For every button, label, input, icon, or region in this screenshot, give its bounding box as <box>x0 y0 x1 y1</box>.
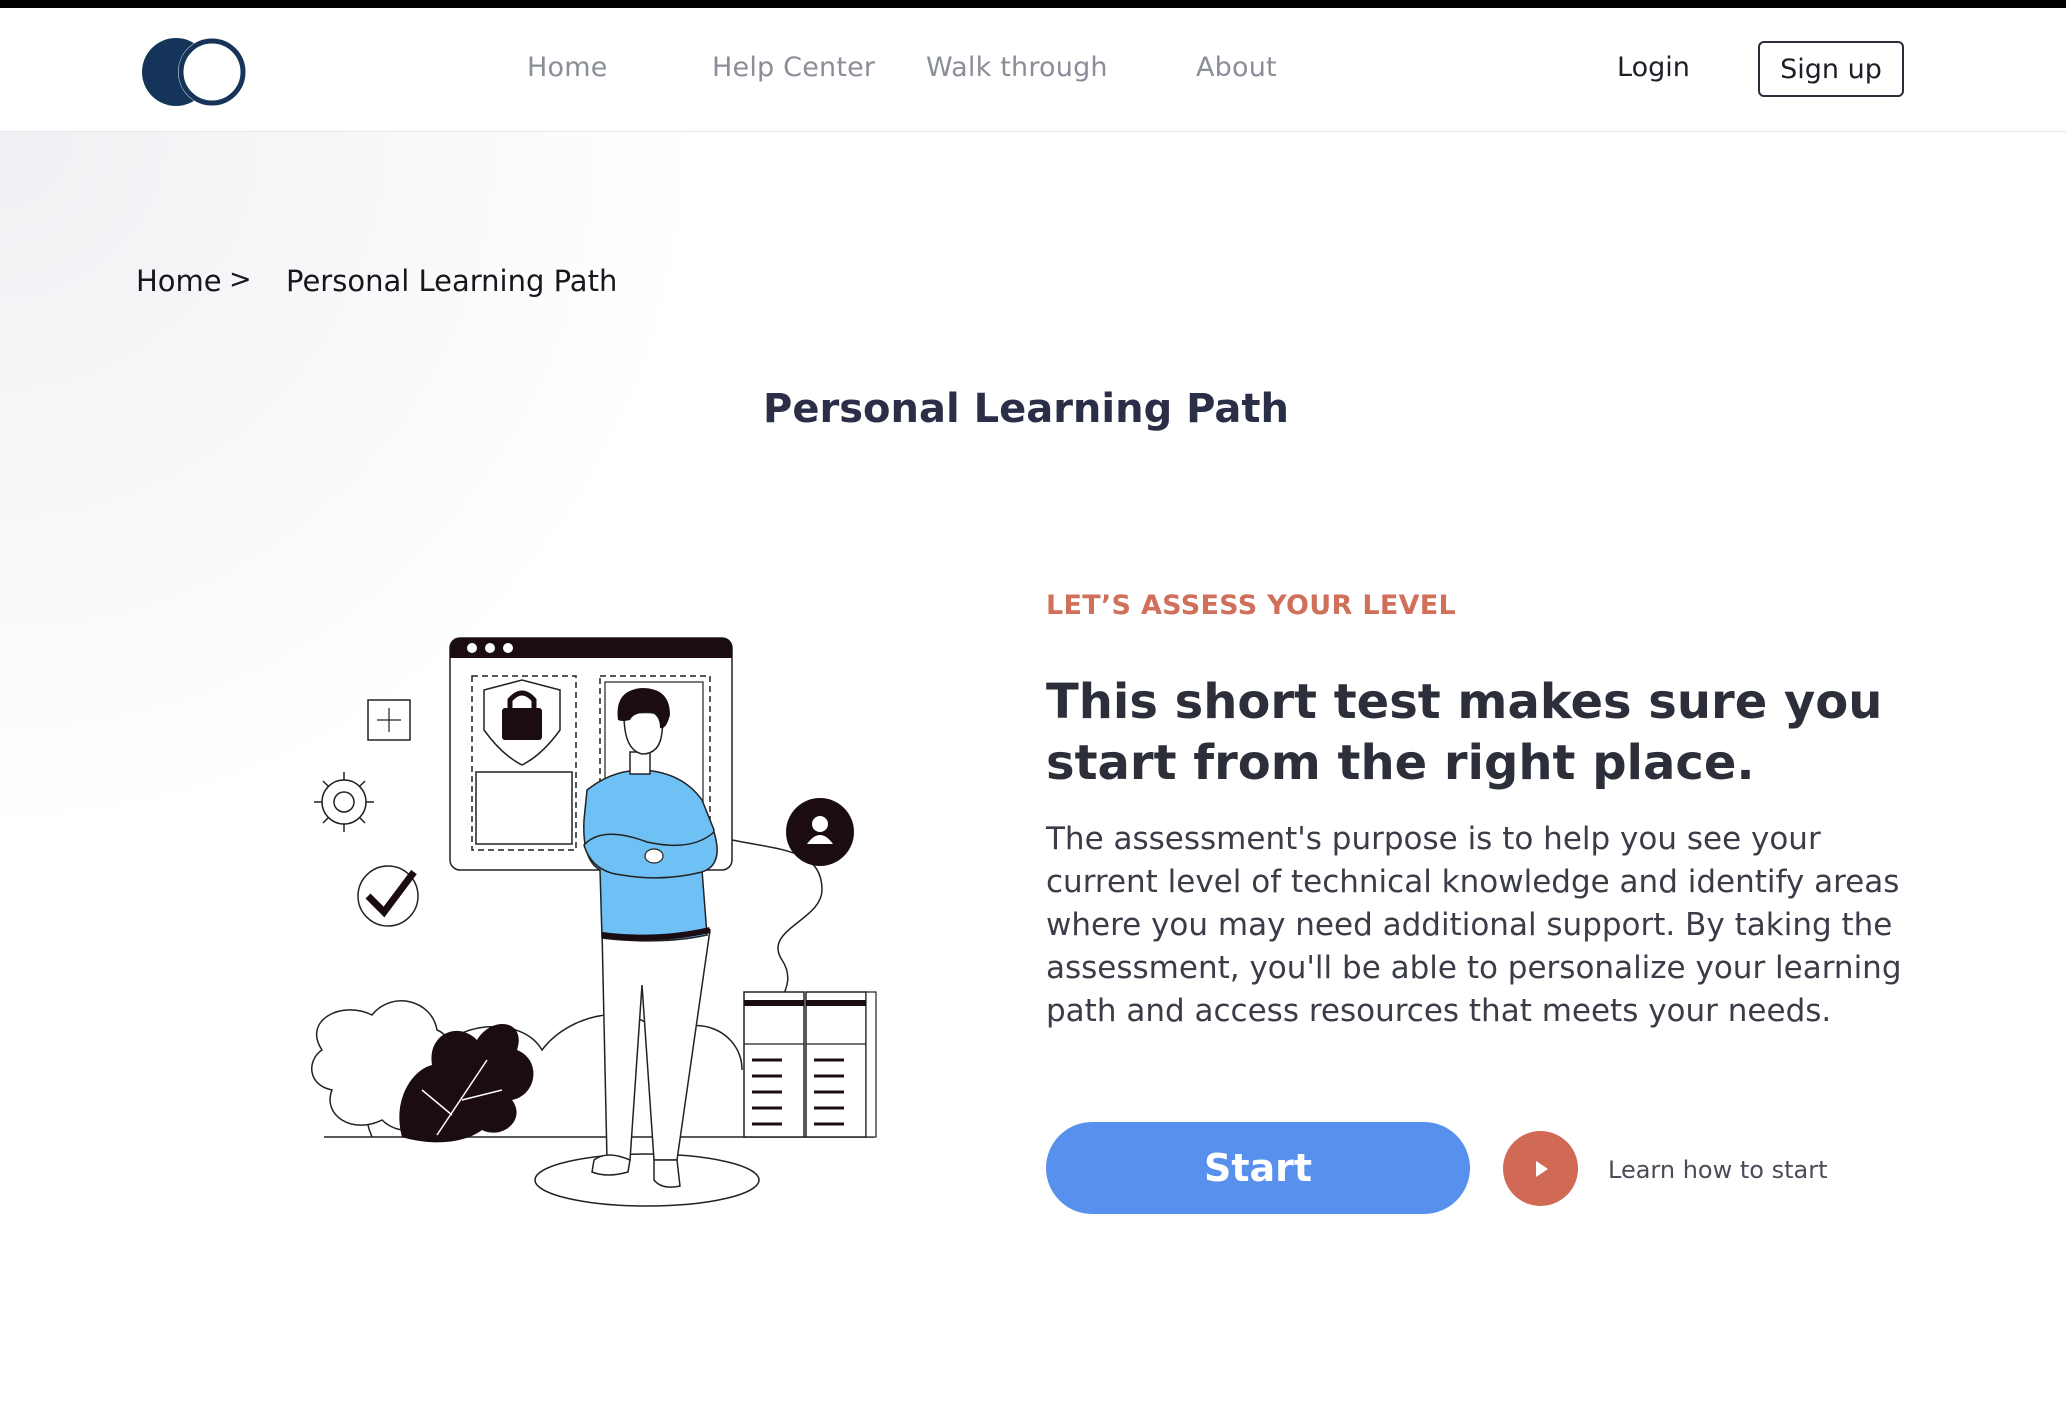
login-link[interactable]: Login <box>1617 52 1690 83</box>
nav-help-center[interactable]: Help Center <box>712 52 875 83</box>
site-header: Home Help Center Walk through About Logi… <box>0 8 2066 132</box>
breadcrumb-current: Personal Learning Path <box>286 264 618 298</box>
start-button[interactable]: Start <box>1046 1122 1470 1214</box>
learning-illustration <box>311 637 877 1207</box>
nav-walk-through[interactable]: Walk through <box>926 52 1108 83</box>
play-icon <box>1535 1160 1548 1177</box>
assessment-eyebrow: LET’S ASSESS YOUR LEVEL <box>1046 590 1457 621</box>
logo-icon[interactable] <box>140 36 252 108</box>
breadcrumb-separator: > <box>229 264 252 295</box>
assessment-description: The assessment's purpose is to help you … <box>1046 821 1902 1029</box>
page-title: Personal Learning Path <box>763 386 1289 432</box>
play-button[interactable] <box>1503 1131 1578 1206</box>
assessment-headline: This short test makes sure you start fro… <box>1046 674 1883 791</box>
signup-button[interactable]: Sign up <box>1758 41 1904 97</box>
nav-home[interactable]: Home <box>527 52 608 83</box>
breadcrumb-home[interactable]: Home <box>136 264 222 298</box>
nav-about[interactable]: About <box>1196 52 1277 83</box>
learn-how-to-start-link[interactable]: Learn how to start <box>1608 1156 1827 1184</box>
top-edge-bar <box>0 0 2066 8</box>
